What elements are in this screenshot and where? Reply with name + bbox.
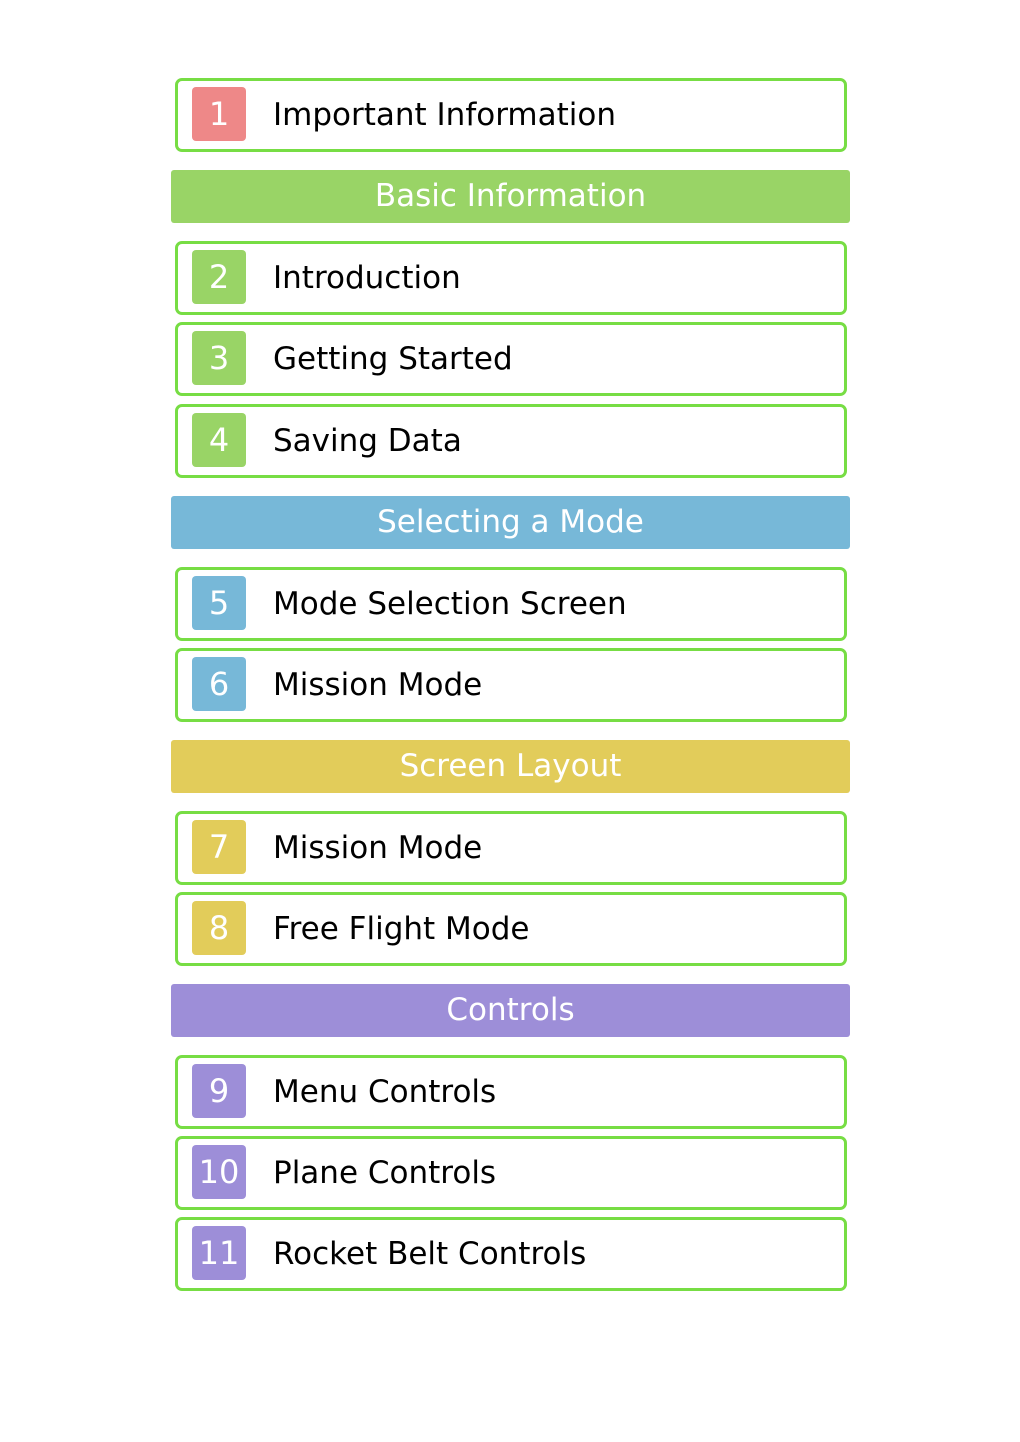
toc-item-label: Rocket Belt Controls (273, 1236, 587, 1272)
page-number-badge: 11 (192, 1226, 246, 1280)
toc-item-label: Saving Data (273, 423, 462, 459)
toc-item-label: Menu Controls (273, 1074, 497, 1110)
toc-item-2[interactable]: 2 Introduction (175, 241, 847, 315)
page-number-badge: 1 (192, 87, 246, 141)
page-number-badge: 2 (192, 250, 246, 304)
section-header: Selecting a Mode (171, 496, 850, 549)
toc-item-5[interactable]: 5 Mode Selection Screen (175, 567, 847, 641)
page-number-badge: 10 (192, 1145, 246, 1199)
toc-item-7[interactable]: 7 Mission Mode (175, 811, 847, 885)
toc-item-label: Mode Selection Screen (273, 586, 627, 622)
toc-item-8[interactable]: 8 Free Flight Mode (175, 892, 847, 966)
page-number-badge: 6 (192, 657, 246, 711)
page-number-badge: 4 (192, 413, 246, 467)
page-number-badge: 7 (192, 820, 246, 874)
section-header: Screen Layout (171, 740, 850, 793)
page-number-badge: 8 (192, 901, 246, 955)
page-number-badge: 5 (192, 576, 246, 630)
toc-item-9[interactable]: 9 Menu Controls (175, 1055, 847, 1129)
toc-item-3[interactable]: 3 Getting Started (175, 322, 847, 396)
toc-item-label: Mission Mode (273, 830, 483, 866)
toc-item-label: Important Information (273, 97, 616, 133)
page-number-badge: 3 (192, 331, 246, 385)
toc-item-label: Free Flight Mode (273, 911, 530, 947)
toc-item-label: Introduction (273, 260, 461, 296)
toc-item-1[interactable]: 1 Important Information (175, 78, 847, 152)
toc-item-label: Mission Mode (273, 667, 483, 703)
toc-item-11[interactable]: 11 Rocket Belt Controls (175, 1217, 847, 1291)
toc-item-6[interactable]: 6 Mission Mode (175, 648, 847, 722)
toc-item-label: Getting Started (273, 341, 513, 377)
toc-item-label: Plane Controls (273, 1155, 497, 1191)
toc-item-10[interactable]: 10 Plane Controls (175, 1136, 847, 1210)
page-number-badge: 9 (192, 1064, 246, 1118)
section-header: Controls (171, 984, 850, 1037)
toc-item-4[interactable]: 4 Saving Data (175, 404, 847, 478)
section-header: Basic Information (171, 170, 850, 223)
